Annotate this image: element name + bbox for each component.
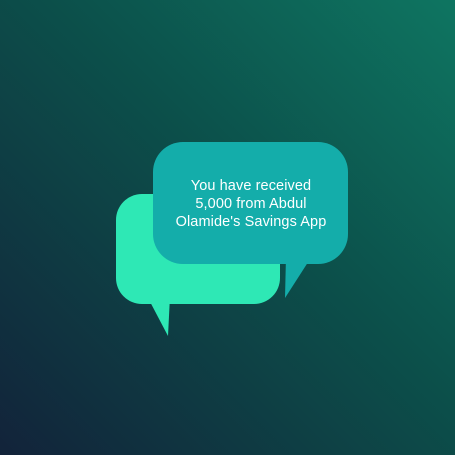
message-line: 5,000 from Abdul	[195, 196, 307, 212]
notification-message: You have received 5,000 from Abdul Olami…	[156, 177, 346, 231]
message-line: You have received	[190, 178, 312, 194]
message-line: Olamide's Savings App	[175, 214, 327, 230]
notification-illustration: You have received 5,000 from Abdul Olami…	[0, 0, 455, 455]
